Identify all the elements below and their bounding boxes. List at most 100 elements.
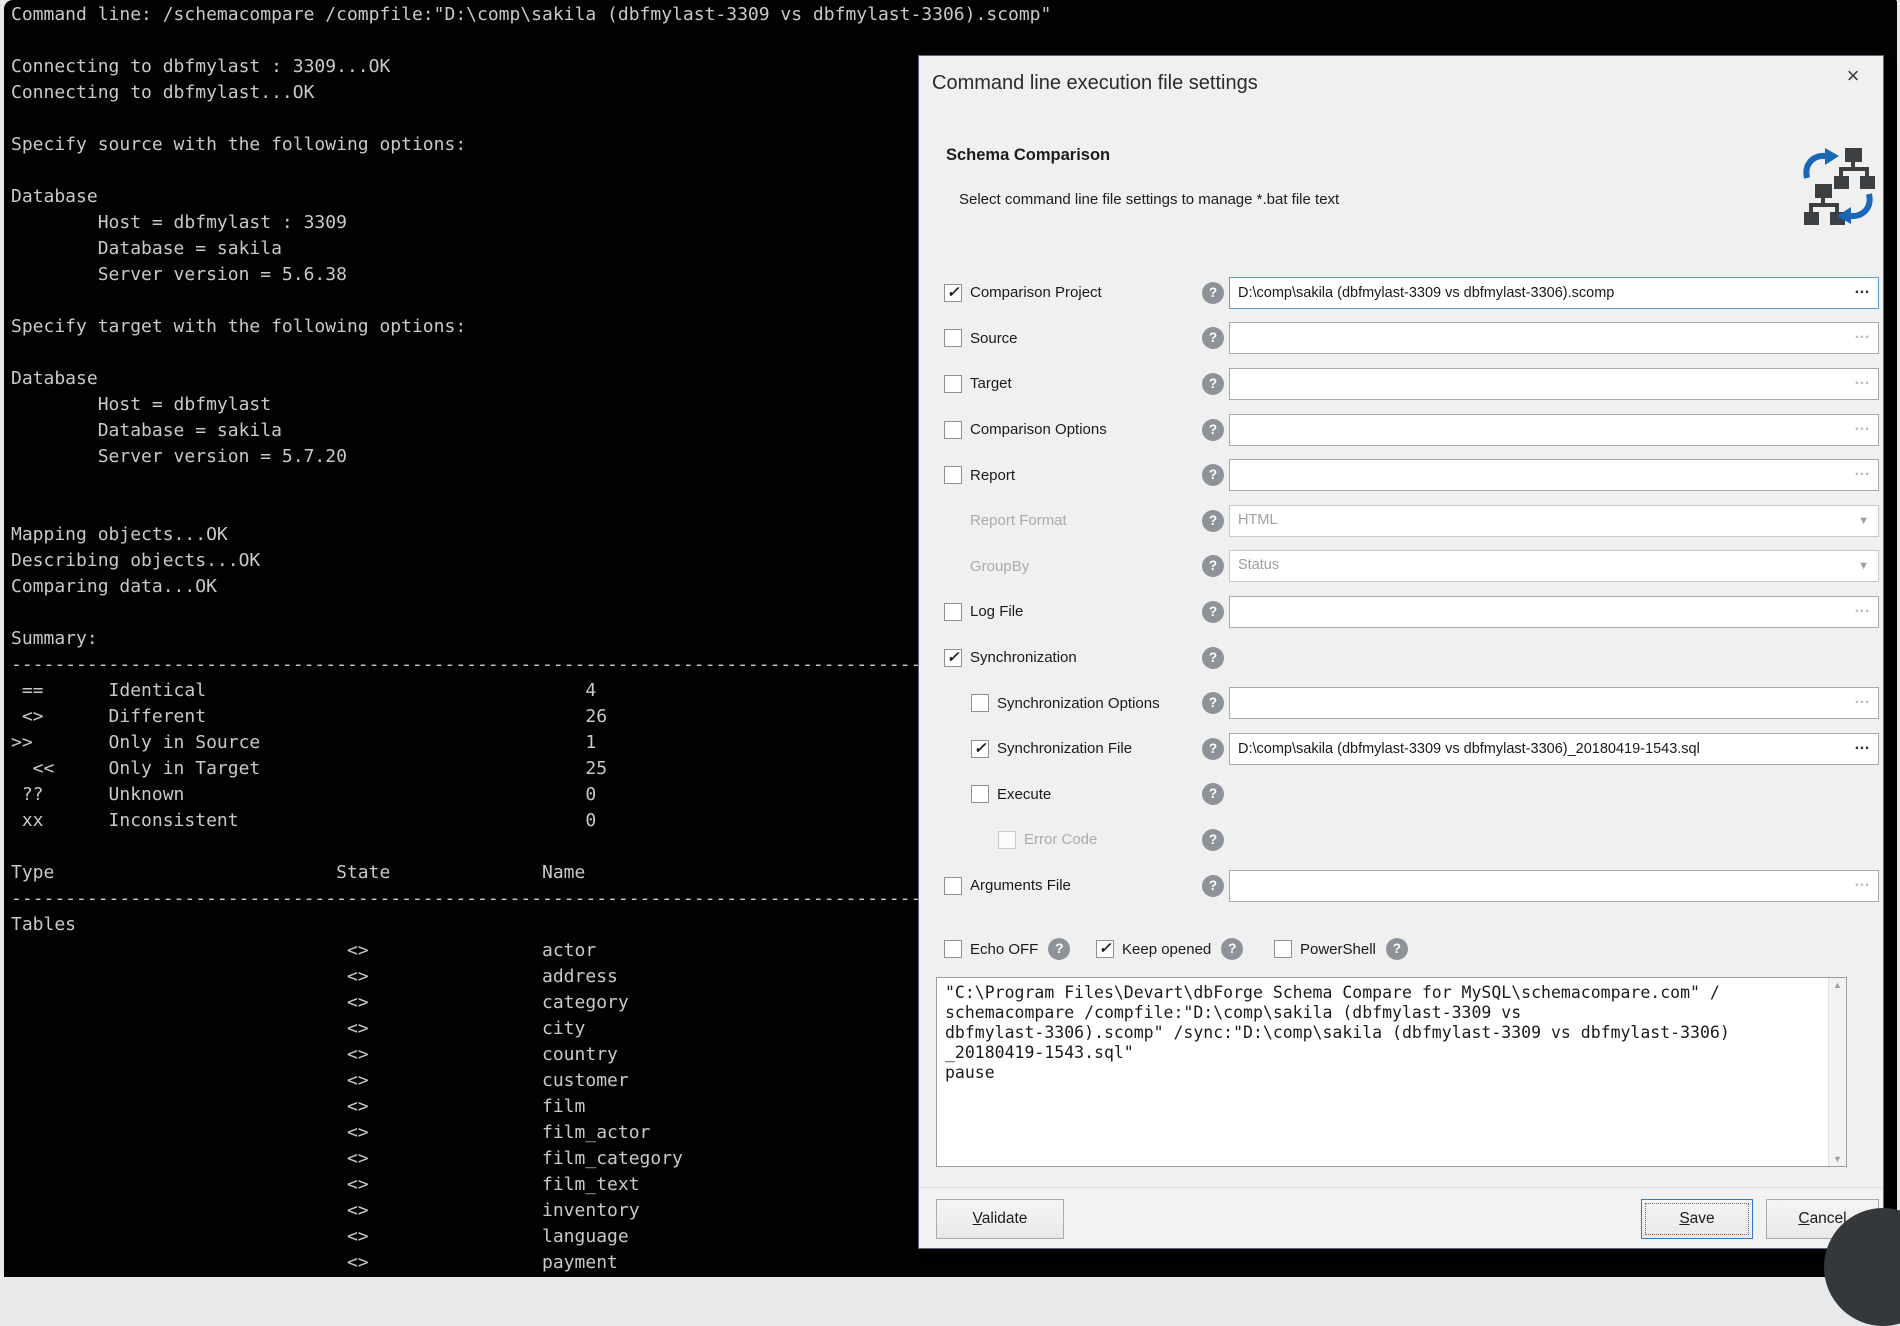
browse-button[interactable]: … bbox=[1854, 736, 1871, 754]
help-icon[interactable]: ? bbox=[1202, 510, 1224, 532]
bat-options-row: ✓ Echo OFF ? ✓ Keep opened ? ✓ PowerShel… bbox=[919, 932, 1883, 966]
help-icon[interactable]: ? bbox=[1202, 647, 1224, 669]
window-frame: Command line: /schemacompare /compfile:"… bbox=[0, 0, 1900, 1284]
report-checkbox[interactable]: ✓ bbox=[944, 466, 962, 484]
powershell-group: ✓ PowerShell ? bbox=[1274, 932, 1408, 966]
dialog-title: Command line execution file settings bbox=[932, 72, 1258, 95]
comparison-options-checkbox[interactable]: ✓ bbox=[944, 421, 962, 439]
dialog-subtitle: Select command line file settings to man… bbox=[959, 191, 1339, 208]
help-icon[interactable]: ? bbox=[1202, 373, 1224, 395]
row-execute: ✓ Execute ? bbox=[919, 772, 1883, 818]
synchronization-checkbox[interactable]: ✓ bbox=[944, 649, 962, 667]
row-synchronization: ✓ Synchronization ? bbox=[919, 635, 1883, 681]
synchronization-options-label: Synchronization Options bbox=[997, 695, 1160, 712]
browse-button[interactable]: … bbox=[1854, 873, 1871, 891]
row-groupby: GroupBy ? Status▼ bbox=[919, 544, 1883, 590]
settings-rows: ✓ Comparison Project ? … ✓ Source ? … ✓ … bbox=[919, 270, 1883, 908]
bat-file-text-area[interactable]: "C:\Program Files\Devart\dbForge Schema … bbox=[936, 977, 1847, 1167]
help-icon[interactable]: ? bbox=[1202, 327, 1224, 349]
browse-button[interactable]: … bbox=[1854, 325, 1871, 343]
terminal-output: Command line: /schemacompare /compfile:"… bbox=[11, 2, 1051, 1276]
log-file-input[interactable] bbox=[1230, 597, 1878, 627]
scroll-up-icon[interactable]: ▲ bbox=[1829, 980, 1846, 990]
target-label: Target bbox=[970, 375, 1012, 392]
powershell-label: PowerShell bbox=[1300, 941, 1376, 958]
browse-button[interactable]: … bbox=[1854, 417, 1871, 435]
command-line-settings-dialog: Command line execution file settings × S… bbox=[918, 55, 1884, 1249]
comparison-project-label: Comparison Project bbox=[970, 284, 1102, 301]
row-report-format: Report Format ? HTML▼ bbox=[919, 498, 1883, 544]
echo-off-checkbox[interactable]: ✓ bbox=[944, 940, 962, 958]
bat-file-text: "C:\Program Files\Devart\dbForge Schema … bbox=[945, 983, 1820, 1083]
row-comparison-options: ✓ Comparison Options ? … bbox=[919, 407, 1883, 453]
help-icon[interactable]: ? bbox=[1202, 692, 1224, 714]
schema-comparison-heading: Schema Comparison bbox=[946, 146, 1110, 165]
log-file-checkbox[interactable]: ✓ bbox=[944, 603, 962, 621]
synchronization-options-checkbox[interactable]: ✓ bbox=[971, 694, 989, 712]
browse-button[interactable]: … bbox=[1854, 462, 1871, 480]
source-input[interactable] bbox=[1230, 323, 1878, 353]
help-icon[interactable]: ? bbox=[1202, 783, 1224, 805]
help-icon[interactable]: ? bbox=[1202, 555, 1224, 577]
synchronization-file-checkbox[interactable]: ✓ bbox=[971, 740, 989, 758]
row-synchronization-file: ✓ Synchronization File ? … bbox=[919, 726, 1883, 772]
row-synchronization-options: ✓ Synchronization Options ? … bbox=[919, 680, 1883, 726]
comparison-project-input[interactable] bbox=[1230, 278, 1878, 308]
row-report: ✓ Report ? … bbox=[919, 452, 1883, 498]
execute-label: Execute bbox=[997, 786, 1051, 803]
arguments-file-checkbox[interactable]: ✓ bbox=[944, 877, 962, 895]
error-code-checkbox: ✓ bbox=[998, 831, 1016, 849]
help-icon[interactable]: ? bbox=[1202, 601, 1224, 623]
synchronization-options-input[interactable] bbox=[1230, 688, 1878, 718]
report-format-label: Report Format bbox=[970, 512, 1067, 529]
comparison-options-label: Comparison Options bbox=[970, 421, 1107, 438]
scrollbar[interactable]: ▲ ▼ bbox=[1828, 978, 1846, 1166]
row-log-file: ✓ Log File ? … bbox=[919, 589, 1883, 635]
scroll-down-icon[interactable]: ▼ bbox=[1829, 1154, 1846, 1164]
report-input[interactable] bbox=[1230, 460, 1878, 490]
powershell-checkbox[interactable]: ✓ bbox=[1274, 940, 1292, 958]
source-label: Source bbox=[970, 330, 1018, 347]
groupby-select: Status▼ bbox=[1229, 550, 1879, 582]
help-icon[interactable]: ? bbox=[1386, 938, 1408, 960]
browse-button[interactable]: … bbox=[1854, 371, 1871, 389]
chevron-down-icon: ▼ bbox=[1858, 560, 1869, 572]
synchronization-label: Synchronization bbox=[970, 649, 1077, 666]
row-error-code: ✓ Error Code ? bbox=[919, 817, 1883, 863]
report-format-select: HTML▼ bbox=[1229, 505, 1879, 537]
help-icon[interactable]: ? bbox=[1202, 829, 1224, 851]
save-button[interactable]: Save bbox=[1641, 1199, 1753, 1239]
help-icon[interactable]: ? bbox=[1202, 738, 1224, 760]
comparison-project-checkbox[interactable]: ✓ bbox=[944, 284, 962, 302]
browse-button[interactable]: … bbox=[1854, 690, 1871, 708]
arguments-file-input[interactable] bbox=[1230, 871, 1878, 901]
help-icon[interactable]: ? bbox=[1202, 875, 1224, 897]
comparison-options-input[interactable] bbox=[1230, 415, 1878, 445]
keep-opened-group: ✓ Keep opened ? bbox=[1096, 932, 1243, 966]
help-icon[interactable]: ? bbox=[1202, 464, 1224, 486]
execute-checkbox[interactable]: ✓ bbox=[971, 785, 989, 803]
help-icon[interactable]: ? bbox=[1221, 938, 1243, 960]
help-icon[interactable]: ? bbox=[1202, 419, 1224, 441]
row-comparison-project: ✓ Comparison Project ? … bbox=[919, 270, 1883, 316]
help-icon[interactable]: ? bbox=[1048, 938, 1070, 960]
browse-button[interactable]: … bbox=[1854, 280, 1871, 298]
close-icon[interactable]: × bbox=[1839, 62, 1867, 90]
schema-compare-icon bbox=[1799, 144, 1877, 228]
row-arguments-file: ✓ Arguments File ? … bbox=[919, 863, 1883, 909]
source-checkbox[interactable]: ✓ bbox=[944, 329, 962, 347]
echo-off-group: ✓ Echo OFF ? bbox=[944, 932, 1070, 966]
help-icon[interactable]: ? bbox=[1202, 282, 1224, 304]
target-input[interactable] bbox=[1230, 369, 1878, 399]
validate-button[interactable]: Validate bbox=[936, 1199, 1064, 1239]
error-code-label: Error Code bbox=[1024, 831, 1097, 848]
target-checkbox[interactable]: ✓ bbox=[944, 375, 962, 393]
keep-opened-label: Keep opened bbox=[1122, 941, 1211, 958]
keep-opened-checkbox[interactable]: ✓ bbox=[1096, 940, 1114, 958]
chevron-down-icon: ▼ bbox=[1858, 515, 1869, 527]
report-label: Report bbox=[970, 467, 1015, 484]
row-source: ✓ Source ? … bbox=[919, 316, 1883, 362]
synchronization-file-input[interactable] bbox=[1230, 734, 1878, 764]
browse-button[interactable]: … bbox=[1854, 599, 1871, 617]
dialog-footer: Validate Save Cancel ⋰ bbox=[919, 1187, 1883, 1248]
